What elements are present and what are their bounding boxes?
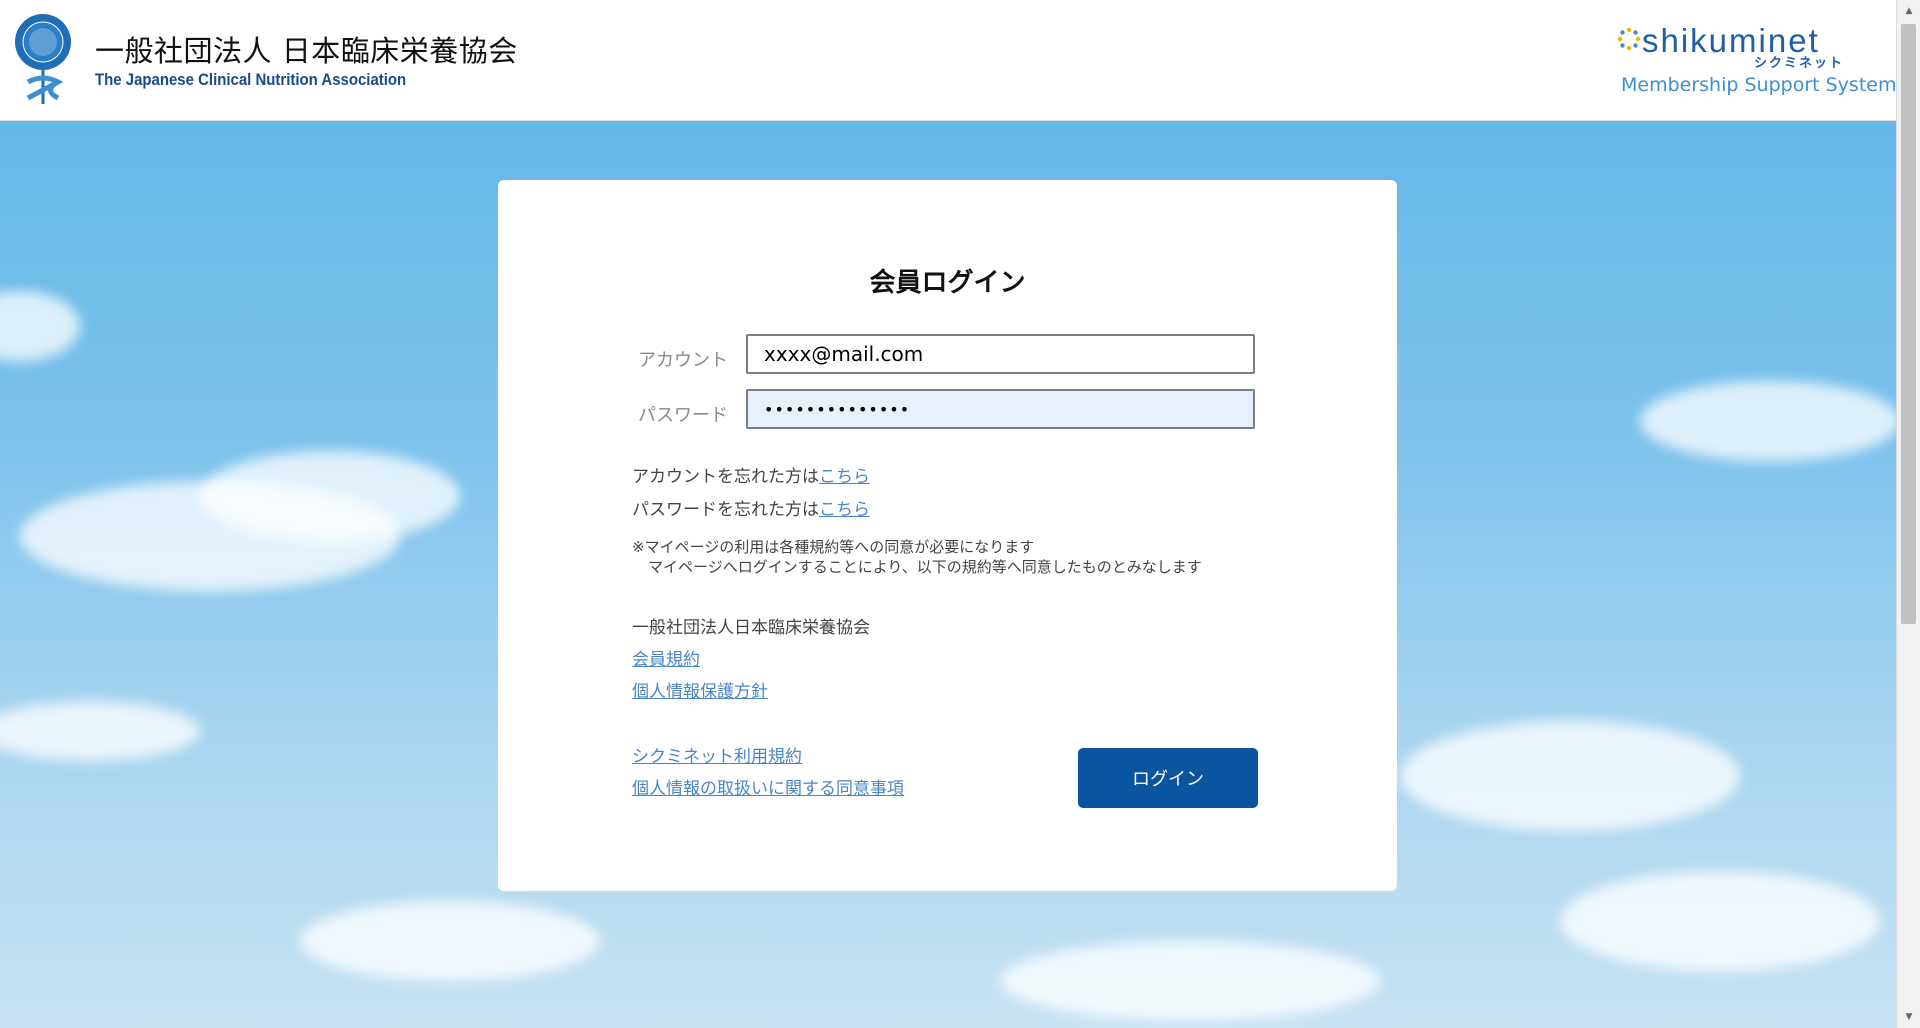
personal-info-consent-link[interactable]: 個人情報の取扱いに関する同意事項	[632, 774, 904, 799]
association-seal-logo	[15, 14, 71, 104]
forgot-password-row: パスワードを忘れた方はこちら	[632, 495, 870, 520]
forgot-account-text: アカウントを忘れた方は	[632, 467, 819, 487]
page-title: 会員ログイン	[869, 268, 1026, 298]
account-input[interactable]	[746, 334, 1255, 374]
cloud	[0, 291, 80, 361]
login-button[interactable]: ログイン	[1078, 748, 1258, 808]
brand-dots-icon	[1618, 28, 1640, 50]
site-header: 一般社団法人 日本臨床栄養協会 The Japanese Clinical Nu…	[0, 0, 1896, 121]
cloud	[1000, 941, 1380, 1021]
cloud	[200, 451, 460, 541]
notice-line-2: マイページへログインすることにより、以下の規約等へ同意したものとみなします	[648, 558, 1202, 576]
account-label: アカウント	[638, 350, 728, 371]
cloud	[0, 701, 200, 761]
cloud	[1560, 871, 1880, 971]
password-input[interactable]	[746, 389, 1255, 429]
password-label: パスワード	[638, 405, 728, 426]
cloud	[1400, 721, 1740, 831]
cloud	[300, 901, 600, 981]
shikuminet-terms-link[interactable]: シクミネット利用規約	[632, 742, 802, 767]
page-scrollbar[interactable]: ▲ ▼	[1896, 0, 1920, 1028]
org-name-ja: 一般社団法人 日本臨床栄養協会	[95, 34, 518, 68]
org-section-title: 一般社団法人日本臨床栄養協会	[632, 618, 870, 638]
forgot-password-link[interactable]: こちら	[819, 500, 870, 520]
member-terms-link[interactable]: 会員規約	[632, 645, 700, 670]
forgot-password-text: パスワードを忘れた方は	[632, 500, 819, 520]
org-name-en: The Japanese Clinical Nutrition Associat…	[95, 70, 407, 89]
privacy-policy-link[interactable]: 個人情報保護方針	[632, 677, 768, 702]
login-card: 会員ログイン アカウント パスワード アカウントを忘れた方はこちら パスワードを…	[498, 180, 1397, 891]
notice-line-1: ※マイページの利用は各種規約等への同意が必要になります	[632, 538, 1035, 556]
forgot-account-row: アカウントを忘れた方はこちら	[632, 462, 870, 487]
scroll-down-arrow-icon[interactable]: ▼	[1897, 1008, 1920, 1026]
shikuminet-logo: shikuminet シクミネット	[1618, 22, 1842, 71]
cloud	[1640, 381, 1896, 461]
forgot-account-link[interactable]: こちら	[819, 467, 870, 487]
brand-subtitle: Membership Support System	[1621, 74, 1897, 96]
brand-kana: シクミネット	[1754, 56, 1845, 71]
scroll-up-arrow-icon[interactable]: ▲	[1897, 2, 1920, 20]
scroll-thumb[interactable]	[1901, 24, 1916, 624]
